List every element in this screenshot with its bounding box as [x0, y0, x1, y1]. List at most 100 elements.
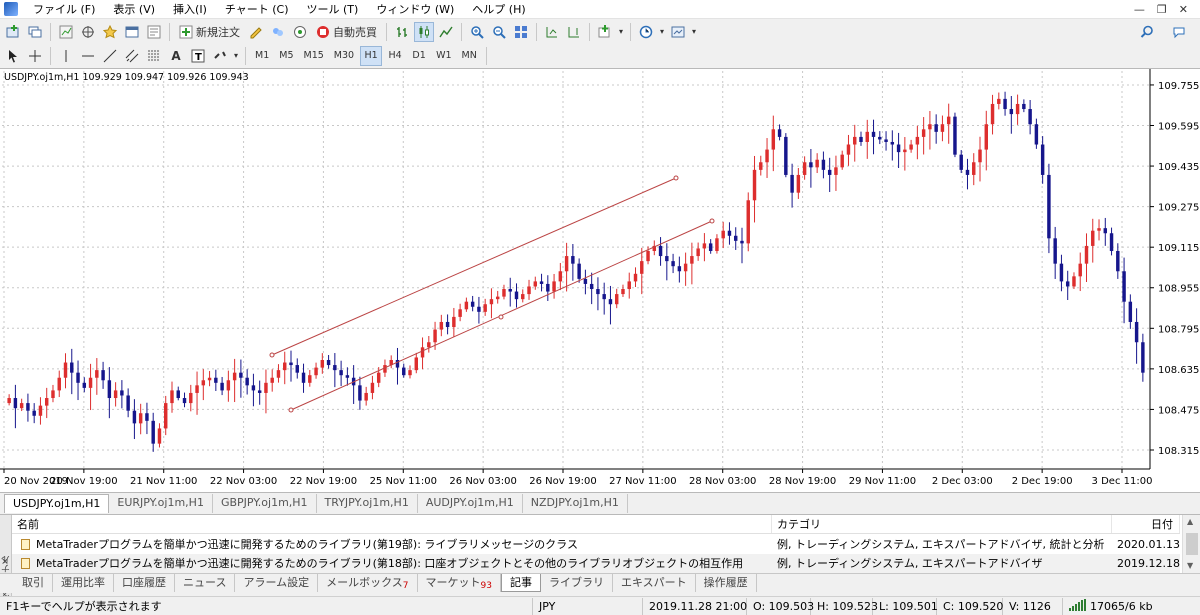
trendline-icon[interactable]	[100, 46, 120, 66]
timeframe-m5[interactable]: M5	[275, 46, 297, 66]
chart-tab-tryjpy[interactable]: TRYJPY.oj1m,H1	[317, 494, 418, 513]
equidistant-channel-icon[interactable]	[122, 46, 142, 66]
navigator-icon[interactable]	[100, 22, 120, 42]
scroll-thumb[interactable]	[1186, 533, 1198, 555]
menu-tools[interactable]: ツール (T)	[298, 0, 368, 19]
column-date[interactable]: 日付	[1112, 515, 1180, 533]
chat-icon[interactable]	[1169, 22, 1189, 42]
candle-body	[113, 390, 118, 399]
column-category[interactable]: カテゴリ	[772, 515, 1112, 533]
column-name[interactable]: 名前	[12, 515, 772, 533]
chart-tab-usdjpy[interactable]: USDJPY.oj1m,H1	[4, 494, 110, 513]
signals-icon[interactable]	[290, 22, 310, 42]
search-icon[interactable]	[1137, 22, 1157, 42]
timeframe-mn[interactable]: MN	[458, 46, 481, 66]
fibonacci-icon[interactable]	[144, 46, 164, 66]
article-row[interactable]: MetaTraderプログラムを簡単かつ迅速に開発するためのライブラリ(第19部…	[12, 535, 1180, 554]
indicators-dropdown-icon[interactable]: ▾	[617, 22, 625, 42]
crosshair-icon[interactable]	[25, 46, 45, 66]
chart-shift-icon[interactable]	[564, 22, 584, 42]
tab-library[interactable]: ライブラリ	[541, 574, 613, 592]
periods-icon[interactable]	[636, 22, 656, 42]
templates-icon[interactable]	[668, 22, 688, 42]
auto-trading-button[interactable]: 自動売買	[312, 22, 381, 42]
menu-window[interactable]: ウィンドウ (W)	[367, 0, 463, 19]
connection-bars-icon	[1069, 598, 1086, 611]
tile-windows-icon[interactable]	[511, 22, 531, 42]
chart-tab-eurjpy[interactable]: EURJPY.oj1m,H1	[109, 494, 213, 513]
close-icon[interactable]: ✕	[1179, 3, 1188, 16]
menu-help[interactable]: ヘルプ (H)	[463, 0, 534, 19]
tab-alerts[interactable]: アラーム設定	[235, 574, 319, 592]
community-icon[interactable]	[268, 22, 288, 42]
timeframe-h4[interactable]: H4	[384, 46, 406, 66]
price-chart[interactable]: 109.755 109.595 109.435 109.275 109.115 108.9…	[0, 69, 1200, 493]
horizontal-line-icon[interactable]	[78, 46, 98, 66]
timeframe-d1[interactable]: D1	[408, 46, 430, 66]
zoom-out-icon[interactable]	[489, 22, 509, 42]
tab-news[interactable]: ニュース	[175, 574, 236, 592]
scroll-up-icon[interactable]: ▲	[1187, 517, 1193, 526]
tab-mailbox[interactable]: メールボックス7	[318, 574, 418, 592]
status-high: H: 109.523	[811, 597, 878, 615]
timeframe-h1[interactable]: H1	[360, 45, 383, 66]
cursor-icon[interactable]	[3, 46, 23, 66]
candle-body	[402, 367, 406, 376]
minimize-icon[interactable]: —	[1134, 3, 1145, 16]
auto-scroll-icon[interactable]	[542, 22, 562, 42]
timeframe-m1[interactable]: M1	[251, 46, 273, 66]
bar-chart-icon[interactable]	[392, 22, 412, 42]
terminal-icon[interactable]	[122, 22, 142, 42]
metaeditor-icon[interactable]	[246, 22, 266, 42]
candle-body	[940, 124, 945, 132]
data-window-icon[interactable]	[78, 22, 98, 42]
candle-body	[44, 398, 49, 406]
tab-experts[interactable]: エキスパート	[613, 574, 696, 592]
candle-body	[57, 377, 61, 391]
periods-dropdown-icon[interactable]: ▾	[658, 22, 666, 42]
timeframe-w1[interactable]: W1	[432, 46, 455, 66]
tab-account-history[interactable]: 口座履歴	[114, 574, 175, 592]
candle-body	[859, 136, 863, 142]
strategy-tester-icon[interactable]	[144, 22, 164, 42]
tab-exposure[interactable]: 運用比率	[53, 574, 114, 592]
chart-window[interactable]: 109.755 109.595 109.435 109.275 109.115 108.9…	[0, 68, 1200, 492]
candlestick-icon[interactable]	[414, 21, 434, 42]
terminal-scrollbar[interactable]: ▲ ▼	[1182, 515, 1200, 574]
tab-market[interactable]: マーケット93	[418, 574, 501, 592]
arrows-dropdown-icon[interactable]: ▾	[232, 46, 240, 66]
chart-tab-audjpy[interactable]: AUDJPY.oj1m,H1	[418, 494, 523, 513]
tab-articles[interactable]: 記事	[500, 574, 541, 592]
line-chart-icon[interactable]	[436, 22, 456, 42]
tab-trade[interactable]: 取引	[14, 574, 53, 592]
article-row[interactable]: MetaTraderプログラムを簡単かつ迅速に開発するためのライブラリ(第18部…	[12, 554, 1180, 573]
indicators-icon[interactable]	[595, 22, 615, 42]
menu-chart[interactable]: チャート (C)	[216, 0, 298, 19]
tab-journal[interactable]: 操作履歴	[696, 574, 757, 592]
zoom-in-icon[interactable]	[467, 22, 487, 42]
timeframe-m30[interactable]: M30	[330, 46, 358, 66]
candle-body	[1103, 228, 1108, 234]
candle-body	[7, 398, 11, 404]
chart-symbol-label: USDJPY.oj1m,H1 109.929 109.947 109.926 1…	[4, 72, 249, 83]
text-icon[interactable]: A	[166, 46, 186, 66]
menu-view[interactable]: 表示 (V)	[104, 0, 164, 19]
chart-tab-gbpjpy[interactable]: GBPJPY.oj1m,H1	[213, 494, 317, 513]
scroll-down-icon[interactable]: ▼	[1187, 561, 1193, 570]
candle-body	[890, 141, 895, 145]
text-label-icon[interactable]: T	[188, 46, 208, 66]
candle-body	[527, 286, 531, 295]
menu-insert[interactable]: 挿入(I)	[164, 0, 216, 19]
menu-file[interactable]: ファイル (F)	[24, 0, 104, 19]
x-tick-label: 26 Nov 19:00	[529, 476, 596, 487]
arrows-icon[interactable]	[210, 46, 230, 66]
chart-tab-nzdjpy[interactable]: NZDJPY.oj1m,H1	[523, 494, 628, 513]
templates-dropdown-icon[interactable]: ▾	[690, 22, 698, 42]
vertical-line-icon[interactable]	[56, 46, 76, 66]
market-watch-icon[interactable]	[56, 22, 76, 42]
new-chart-button[interactable]	[3, 22, 23, 42]
profiles-button[interactable]	[25, 22, 45, 42]
new-order-button[interactable]: 新規注文	[175, 22, 244, 42]
timeframe-m15[interactable]: M15	[300, 46, 328, 66]
restore-icon[interactable]: ❐	[1157, 3, 1167, 16]
